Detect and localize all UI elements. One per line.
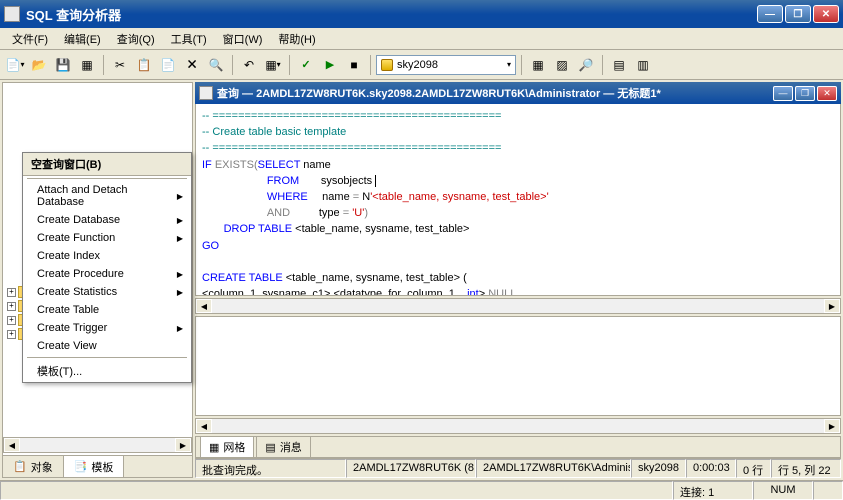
open-button[interactable]: 📂	[28, 54, 50, 76]
context-menu-header[interactable]: 空查询窗口(B)	[23, 153, 191, 176]
menubar: 文件(F) 编辑(E) 查询(Q) 工具(T) 窗口(W) 帮助(H)	[0, 28, 843, 50]
mdi-restore-button[interactable]: ❐	[795, 86, 815, 101]
scroll-right-icon[interactable]: ▶	[824, 419, 840, 433]
minimize-button[interactable]: —	[757, 5, 783, 23]
mdi-minimize-button[interactable]: —	[773, 86, 793, 101]
status-server: 2AMDL17ZW8RUT6K (8.0)	[346, 459, 476, 478]
context-menu-separator	[27, 178, 187, 179]
result-tabs: ▦ 网格 ▤ 消息	[195, 436, 841, 458]
editor-hscroll[interactable]: ◀ ▶	[195, 298, 841, 314]
menu-query[interactable]: 查询(Q)	[109, 29, 163, 49]
execute-mode-button[interactable]: ▦▾	[262, 54, 284, 76]
status-time: 0:00:03	[686, 459, 736, 478]
cm-attach-detach[interactable]: Attach and Detach Database▶	[23, 181, 191, 211]
toolbar-separator	[602, 55, 603, 75]
window-titlebar: SQL 查询分析器 — ❐ ✕	[0, 0, 843, 28]
scroll-left-icon[interactable]: ◀	[196, 299, 212, 313]
cut-button[interactable]: ✂	[109, 54, 131, 76]
results-pane[interactable]	[195, 316, 841, 416]
toolbar-separator	[289, 55, 290, 75]
sql-editor[interactable]: -- =====================================…	[195, 104, 841, 296]
toolbar-separator	[232, 55, 233, 75]
toolbar-separator	[370, 55, 371, 75]
window-title: SQL 查询分析器	[26, 5, 757, 24]
cm-create-trigger[interactable]: Create Trigger▶	[23, 319, 191, 337]
mdi-titlebar: 查询 — 2AMDL17ZW8RUT6K.sky2098.2AMDL17ZW8R…	[195, 82, 841, 104]
menu-window[interactable]: 窗口(W)	[215, 29, 271, 49]
toolbar-separator	[103, 55, 104, 75]
tab-templates[interactable]: 📑模板	[64, 456, 125, 477]
new-context-menu: 空查询窗口(B) Attach and Detach Database▶ Cre…	[22, 152, 192, 383]
cm-create-statistics[interactable]: Create Statistics▶	[23, 283, 191, 301]
status-message: 批查询完成。	[195, 459, 346, 478]
clear-button[interactable]: 🗙	[181, 54, 203, 76]
cm-create-procedure[interactable]: Create Procedure▶	[23, 265, 191, 283]
cm-create-database[interactable]: Create Database▶	[23, 211, 191, 229]
results-hscroll[interactable]: ◀ ▶	[195, 418, 841, 434]
cm-templates[interactable]: 模板(T)...	[23, 360, 191, 382]
database-selected: sky2098	[397, 59, 438, 71]
app-statusbar: 连接: 1 NUM	[0, 480, 843, 500]
save-button[interactable]: 💾	[52, 54, 74, 76]
insert-template-button[interactable]: ▦	[76, 54, 98, 76]
query-statusbar: 批查询完成。 2AMDL17ZW8RUT6K (8.0) 2AMDL17ZW8R…	[195, 458, 841, 478]
query-pane: 查询 — 2AMDL17ZW8RUT6K.sky2098.2AMDL17ZW8R…	[195, 82, 841, 478]
status-user: 2AMDL17ZW8RUT6K\Administrator	[476, 459, 631, 478]
query-window-icon	[199, 86, 213, 100]
toolbar: 📄▾ 📂 💾 ▦ ✂ 📋 📄 🗙 🔍 ↶ ▦▾ ✓ ▶ ■ sky2098 ▾ …	[0, 50, 843, 80]
menu-edit[interactable]: 编辑(E)	[56, 29, 109, 49]
mdi-title-text: 查询 — 2AMDL17ZW8RUT6K.sky2098.2AMDL17ZW8R…	[217, 85, 773, 101]
database-selector[interactable]: sky2098 ▾	[376, 55, 516, 75]
status-position: 行 5, 列 22	[771, 459, 841, 478]
tab-messages[interactable]: ▤ 消息	[256, 436, 310, 458]
left-tabs: 📋对象 📑模板	[3, 455, 192, 477]
app-icon	[4, 6, 20, 22]
tab-grid[interactable]: ▦ 网格	[200, 436, 254, 458]
parse-button[interactable]: ✓	[295, 54, 317, 76]
maximize-button[interactable]: ❐	[785, 5, 811, 23]
context-menu-separator	[27, 357, 187, 358]
window-options-button[interactable]: ▥	[632, 54, 654, 76]
scroll-left-icon[interactable]: ◀	[196, 419, 212, 433]
status-numlock: NUM	[753, 481, 813, 500]
current-conn-button[interactable]: ▤	[608, 54, 630, 76]
status-database: sky2098	[631, 459, 686, 478]
toolbar-separator	[521, 55, 522, 75]
status-rows: 0 行	[736, 459, 771, 478]
menu-help[interactable]: 帮助(H)	[270, 29, 323, 49]
scroll-left-icon[interactable]: ◀	[4, 438, 20, 452]
database-icon	[381, 59, 393, 71]
menu-file[interactable]: 文件(F)	[4, 29, 56, 49]
cm-create-function[interactable]: Create Function▶	[23, 229, 191, 247]
menu-tools[interactable]: 工具(T)	[163, 29, 215, 49]
close-button[interactable]: ✕	[813, 5, 839, 23]
scroll-right-icon[interactable]: ▶	[175, 438, 191, 452]
mdi-close-button[interactable]: ✕	[817, 86, 837, 101]
cm-create-view[interactable]: Create View	[23, 337, 191, 355]
scroll-right-icon[interactable]: ▶	[824, 299, 840, 313]
new-button[interactable]: 📄▾	[4, 54, 26, 76]
execute-button[interactable]: ▶	[319, 54, 341, 76]
cm-create-table[interactable]: Create Table	[23, 301, 191, 319]
left-hscroll[interactable]: ◀ ▶	[3, 437, 192, 453]
cm-create-index[interactable]: Create Index	[23, 247, 191, 265]
tab-objects[interactable]: 📋对象	[3, 456, 64, 477]
paste-button[interactable]: 📄	[157, 54, 179, 76]
main-area: 空查询窗口(B) Attach and Detach Database▶ Cre…	[0, 80, 843, 480]
undo-button[interactable]: ↶	[238, 54, 260, 76]
object-browser-button[interactable]: ▨	[551, 54, 573, 76]
copy-button[interactable]: 📋	[133, 54, 155, 76]
status-connections: 连接: 1	[673, 481, 753, 500]
stop-button[interactable]: ■	[343, 54, 365, 76]
object-search-button[interactable]: 🔎	[575, 54, 597, 76]
window-buttons: — ❐ ✕	[757, 5, 839, 23]
estimated-plan-button[interactable]: ▦	[527, 54, 549, 76]
find-button[interactable]: 🔍	[205, 54, 227, 76]
